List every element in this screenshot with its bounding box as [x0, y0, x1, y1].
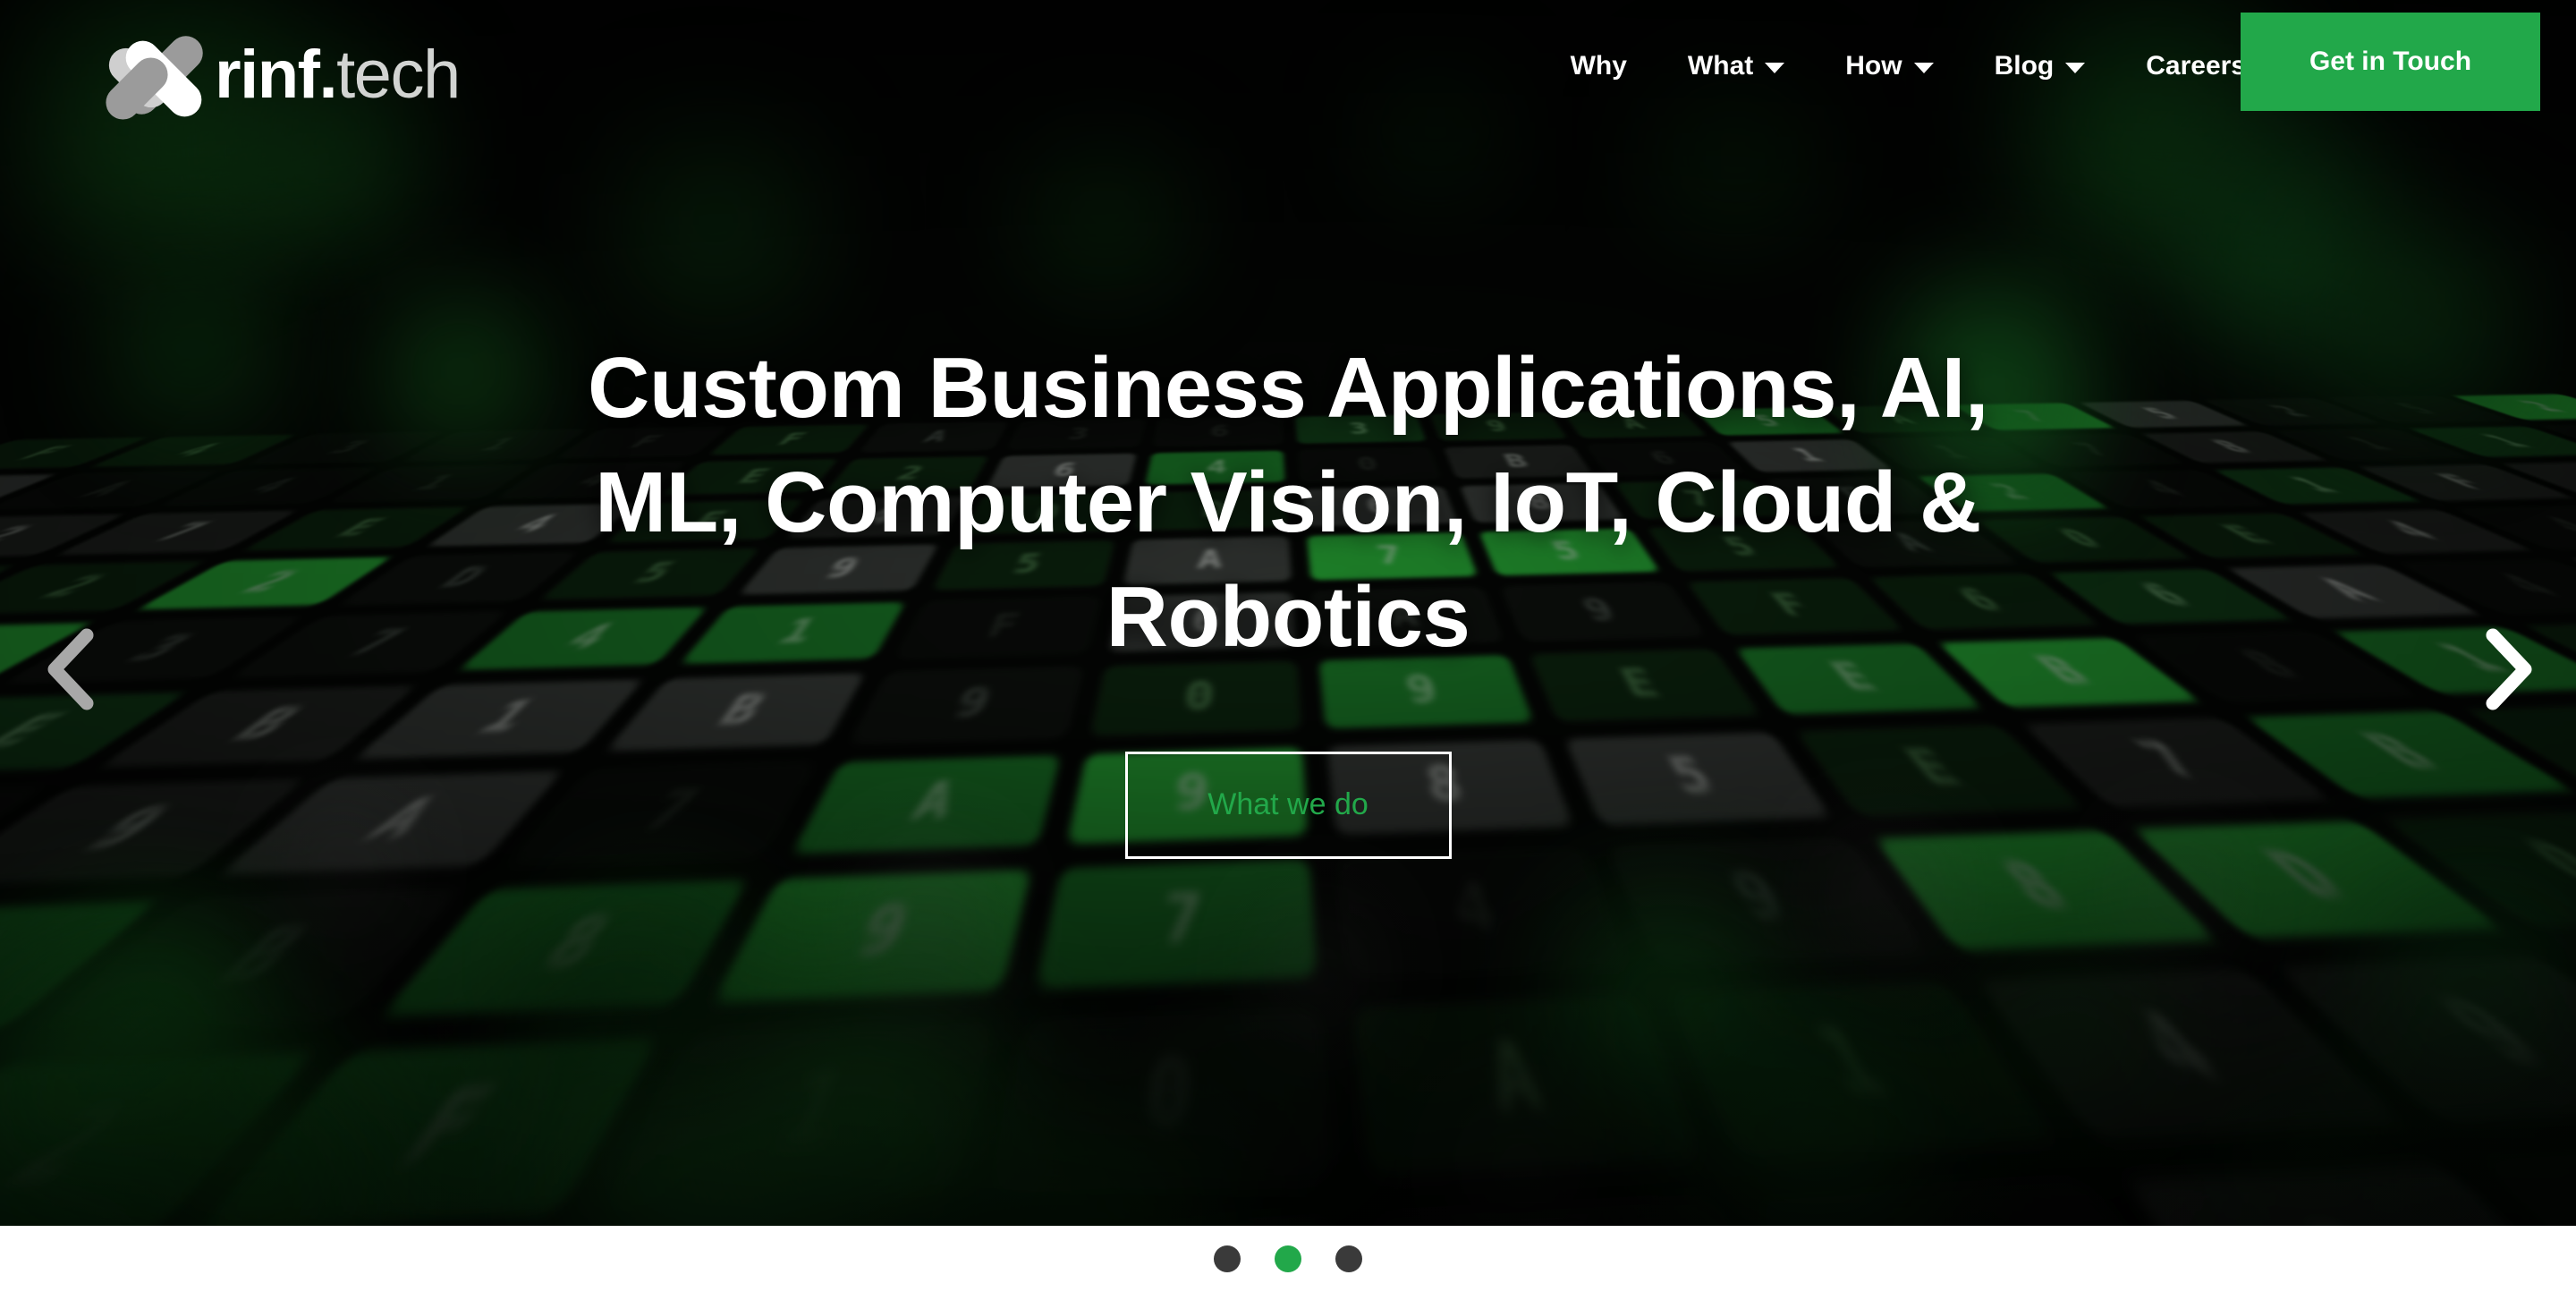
logo-word-rinf: rinf	[215, 37, 320, 113]
chevron-right-icon	[2486, 628, 2532, 710]
nav-item-label: Blog	[1994, 51, 2055, 81]
hero-headline: Custom Business Applications, AI, ML, Com…	[501, 331, 2075, 674]
hero-headline-line: ML, Computer Vision, IoT, Cloud &	[595, 455, 1981, 551]
nav-item-label: How	[1845, 51, 1902, 81]
logo-word-tech: tech	[336, 37, 461, 113]
what-we-do-button[interactable]: What we do	[1124, 751, 1452, 859]
carousel-dot-1[interactable]	[1214, 1245, 1241, 1272]
carousel-prev-button[interactable]	[25, 626, 111, 712]
hero-headline-line: Custom Business Applications, AI,	[588, 340, 1988, 437]
nav-item-how[interactable]: How	[1815, 51, 1963, 81]
carousel-dot-2[interactable]	[1275, 1245, 1301, 1272]
carousel-next-button[interactable]	[2465, 626, 2551, 712]
rinf-arrow-logo-icon	[98, 29, 210, 127]
get-in-touch-button[interactable]: Get in Touch	[2241, 13, 2540, 111]
nav-item-why[interactable]: Why	[1540, 51, 1657, 81]
nav-item-label: What	[1687, 51, 1754, 81]
logo-word-dot: .	[318, 37, 337, 113]
site-header: rinf.tech Why What How Blog Careers Get in T…	[0, 0, 2576, 127]
carousel-dot-3[interactable]	[1335, 1245, 1362, 1272]
hero-content: Custom Business Applications, AI, ML, Com…	[0, 0, 2576, 1226]
chevron-down-icon	[2065, 63, 2086, 73]
main-navigation: Why What How Blog Careers	[1540, 51, 2308, 81]
hero-section: FB10F431FFA3639A5A75252EF8454A8A414E2640…	[0, 0, 2576, 1226]
site-logo[interactable]: rinf.tech	[98, 29, 461, 127]
nav-item-label: Why	[1570, 51, 1627, 81]
nav-item-label: Careers	[2146, 51, 2246, 81]
chevron-left-icon	[47, 628, 94, 710]
carousel-dots	[0, 1226, 2576, 1292]
chevron-down-icon	[1765, 63, 1785, 73]
hero-headline-line: Robotics	[1106, 568, 1470, 665]
logo-wordmark: rinf.tech	[215, 41, 461, 109]
chevron-down-icon	[1913, 63, 1934, 73]
nav-item-what[interactable]: What	[1657, 51, 1815, 81]
nav-item-blog[interactable]: Blog	[1964, 51, 2116, 81]
